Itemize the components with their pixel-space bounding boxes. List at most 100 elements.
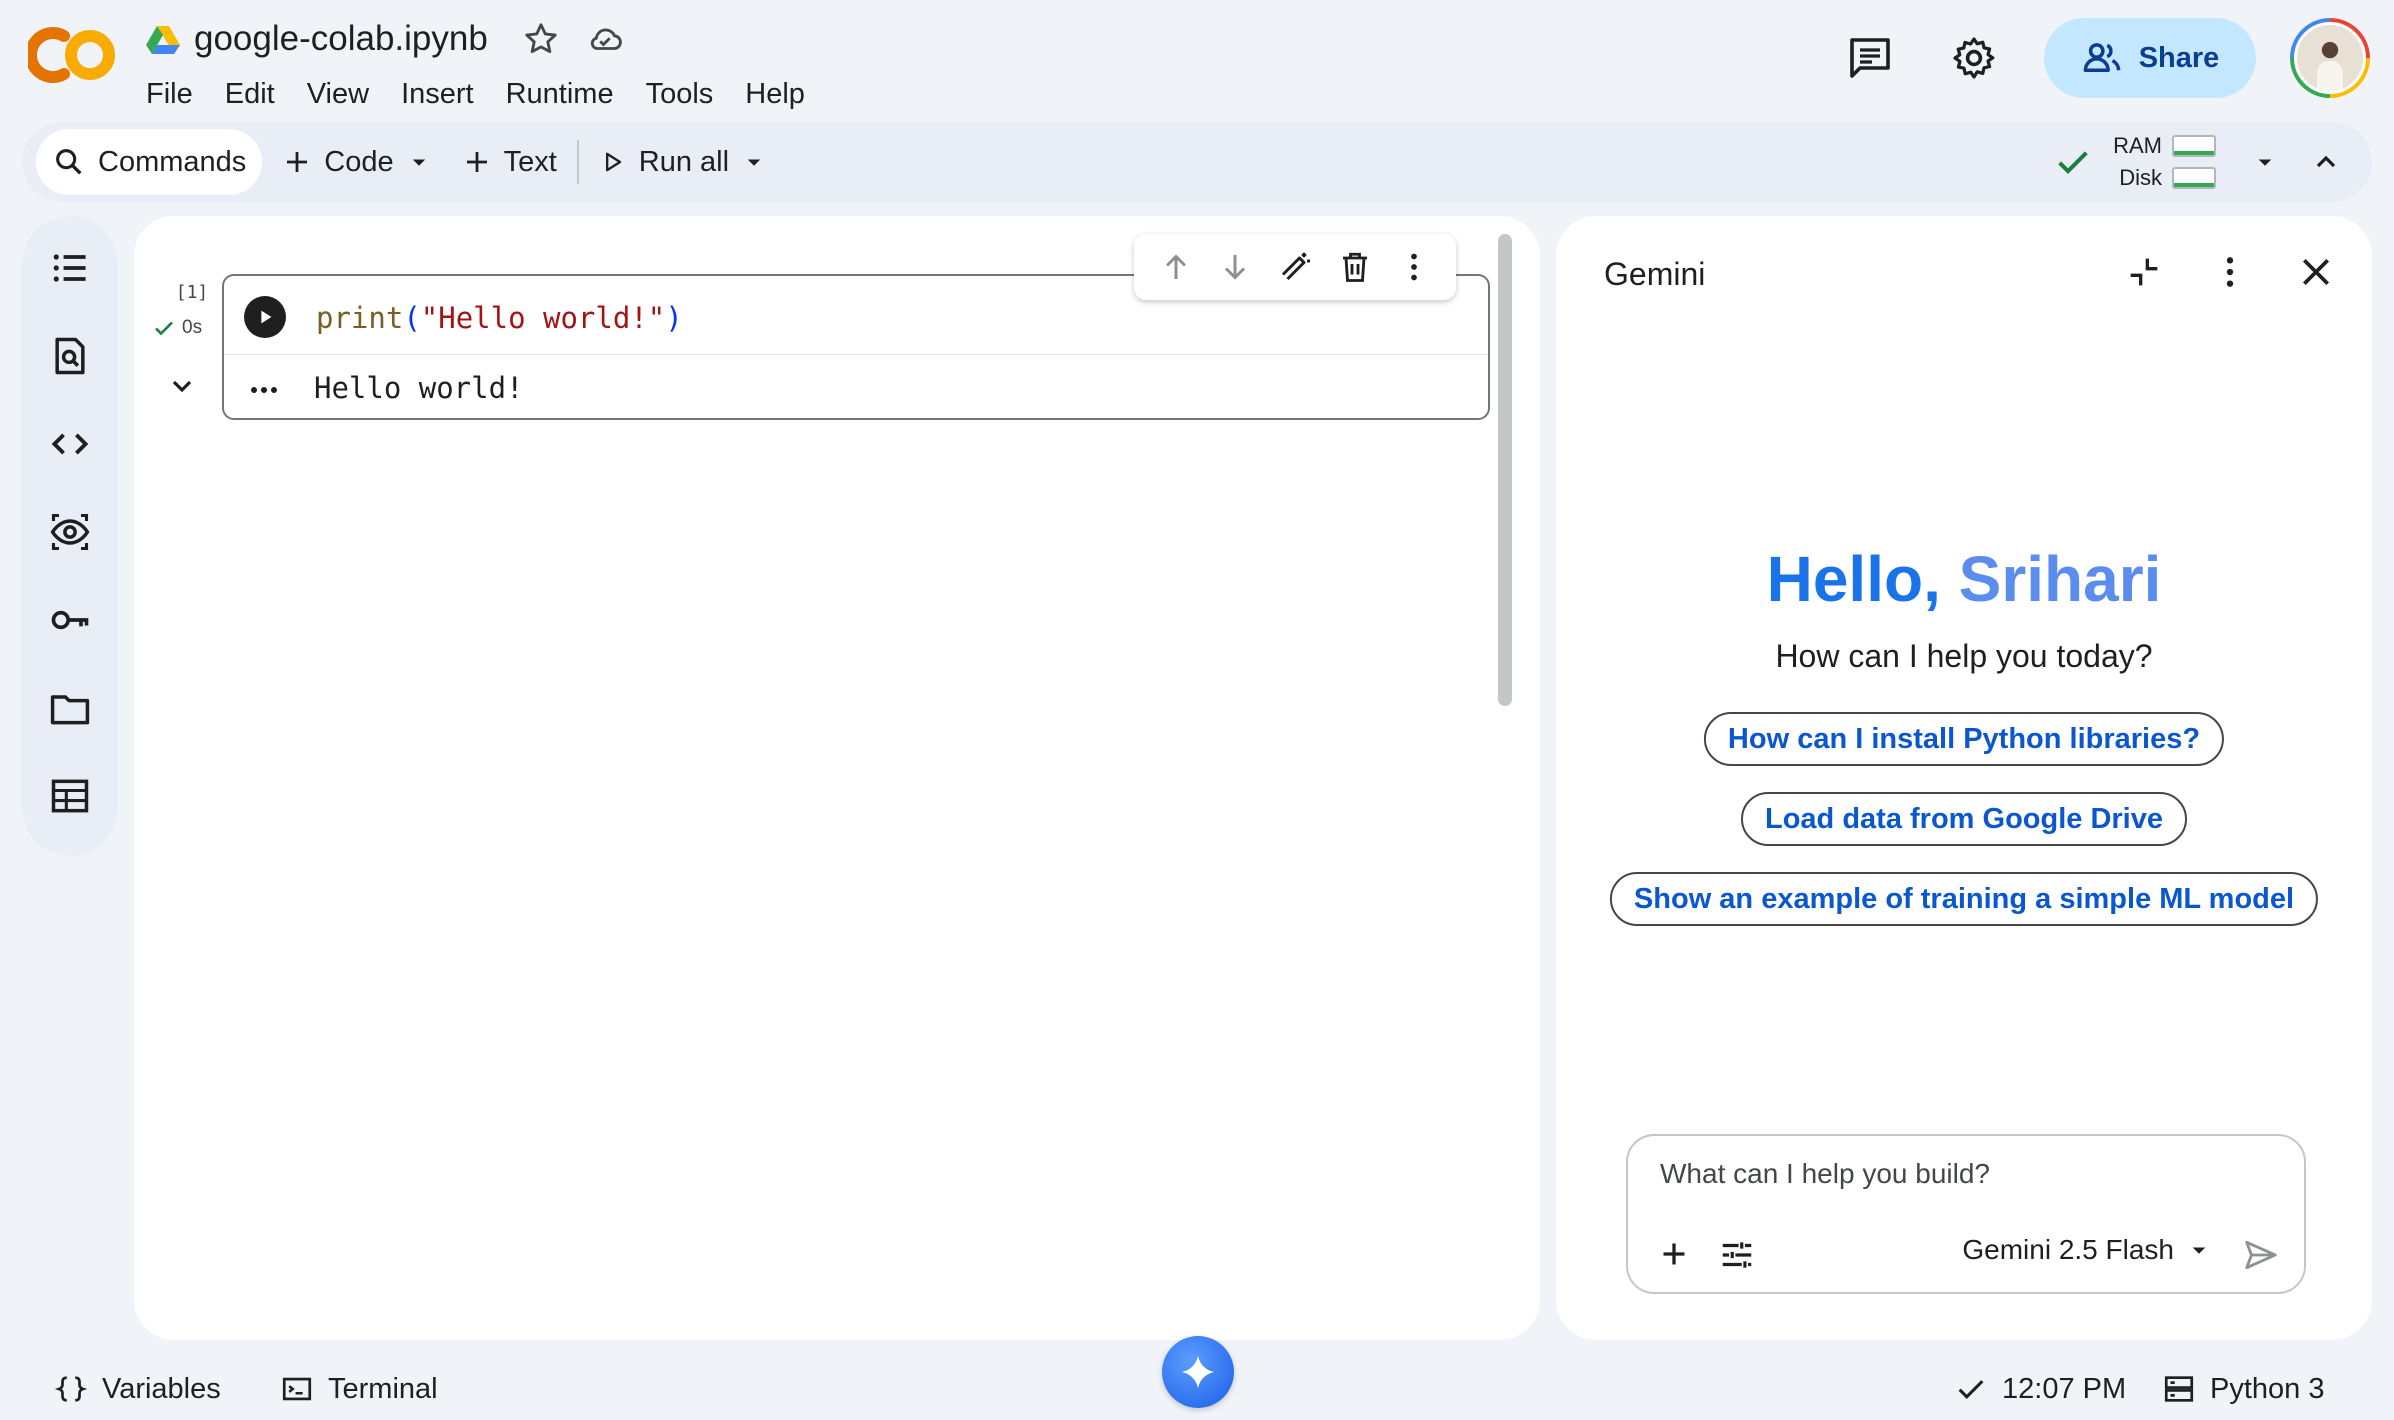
gemini-panel-title: Gemini — [1604, 256, 1706, 292]
plus-icon[interactable] — [1656, 1236, 1692, 1272]
menu-tools[interactable]: Tools — [630, 74, 730, 114]
variables-tab[interactable]: Variables — [54, 1372, 221, 1406]
cell-output-divider — [224, 354, 1488, 355]
toolbar-divider — [576, 140, 579, 184]
menu-help[interactable]: Help — [729, 74, 821, 114]
curly-braces-icon — [54, 1372, 88, 1406]
code-editor[interactable]: print("Hello world!") — [316, 298, 683, 338]
add-text-label: Text — [503, 145, 557, 178]
folder-icon[interactable] — [48, 686, 92, 730]
model-selector[interactable]: Gemini 2.5 Flash — [1962, 1234, 2214, 1266]
close-icon[interactable] — [2296, 252, 2336, 292]
add-code-button[interactable]: Code — [272, 129, 403, 195]
find-icon[interactable] — [48, 334, 92, 378]
star-icon[interactable] — [522, 20, 560, 58]
run-cell-button[interactable] — [244, 296, 286, 338]
google-drive-icon — [146, 24, 180, 54]
toc-icon[interactable] — [48, 246, 92, 290]
disk-usage-bar — [2172, 167, 2216, 189]
terminal-tab[interactable]: Terminal — [280, 1372, 438, 1406]
chevron-down-icon[interactable] — [166, 370, 198, 402]
execution-count: [1] — [175, 282, 209, 303]
gemini-prompt-input[interactable] — [1660, 1158, 2260, 1190]
run-all-button[interactable]: Run all — [589, 129, 739, 195]
chevron-up-icon[interactable] — [2310, 146, 2342, 178]
move-up-arrow-icon[interactable] — [1158, 249, 1194, 285]
runtime-label: Python 3 — [2210, 1372, 2325, 1405]
add-text-button[interactable]: Text — [452, 129, 567, 195]
colab-logo[interactable] — [28, 20, 116, 90]
last-saved-status[interactable]: 12:07 PM — [1954, 1372, 2126, 1406]
play-outline-icon — [599, 148, 627, 176]
secrets-eye-icon[interactable] — [48, 510, 92, 554]
greeting-hello: Hello, — [1766, 543, 1941, 615]
gemini-subtitle: How can I help you today? — [1775, 638, 2153, 674]
share-button[interactable]: Share — [2044, 18, 2256, 98]
more-vert-icon[interactable] — [2210, 252, 2250, 292]
people-icon — [2081, 37, 2123, 79]
runtime-resources[interactable]: RAM Disk — [2053, 122, 2342, 202]
cell-toolbar — [1134, 234, 1456, 300]
terminal-label: Terminal — [328, 1372, 438, 1405]
suggestion-train-ml-model[interactable]: Show an example of training a simple ML … — [1609, 872, 2319, 926]
menu-view[interactable]: View — [291, 74, 385, 114]
tune-sliders-icon[interactable] — [1718, 1236, 1756, 1274]
commands-button[interactable]: Commands — [36, 129, 263, 195]
delete-trash-icon[interactable] — [1337, 249, 1373, 285]
variables-label: Variables — [102, 1372, 221, 1405]
comments-icon[interactable] — [1846, 34, 1894, 82]
gemini-sparkle-icon — [1178, 1352, 1218, 1392]
check-icon — [1954, 1372, 1988, 1406]
gemini-greeting: Hello, Srihari — [1556, 542, 2372, 616]
suggestion-load-drive-data[interactable]: Load data from Google Drive — [1741, 792, 2187, 846]
output-actions-dots-icon[interactable] — [244, 372, 284, 408]
table-icon[interactable] — [48, 774, 92, 818]
plus-icon — [282, 147, 312, 177]
greeting-user-name: Srihari — [1958, 543, 2162, 615]
caret-down-icon — [2184, 1235, 2214, 1265]
runtime-options-caret-icon[interactable] — [2250, 147, 2280, 177]
terminal-icon — [280, 1372, 314, 1406]
disk-label: Disk — [2119, 165, 2162, 190]
share-label: Share — [2138, 41, 2220, 74]
code-snippets-icon[interactable] — [48, 422, 92, 466]
send-icon[interactable] — [2242, 1236, 2280, 1274]
user-avatar[interactable] — [2290, 18, 2370, 98]
minimize-panel-icon[interactable] — [2124, 252, 2164, 292]
run-options-caret-icon[interactable] — [739, 147, 769, 177]
model-name: Gemini 2.5 Flash — [1962, 1234, 2174, 1265]
execution-duration: 0s — [182, 317, 203, 338]
menu-file[interactable]: File — [146, 74, 209, 114]
gemini-prompt-box[interactable]: Gemini 2.5 Flash — [1626, 1134, 2306, 1294]
menu-insert[interactable]: Insert — [385, 74, 490, 114]
notebook-scrollbar[interactable] — [1498, 234, 1512, 706]
ram-label: RAM — [2113, 133, 2162, 158]
more-vert-icon[interactable] — [1396, 249, 1432, 285]
commands-label: Commands — [98, 145, 247, 178]
magic-edit-icon[interactable] — [1277, 249, 1313, 285]
code-function: print — [316, 301, 404, 335]
run-all-label: Run all — [638, 145, 730, 178]
cloud-saved-icon[interactable] — [586, 20, 624, 58]
suggestion-install-libraries[interactable]: How can I install Python libraries? — [1703, 712, 2225, 766]
connected-check-icon — [2053, 142, 2093, 182]
code-paren-open: ( — [403, 301, 421, 335]
plus-icon — [462, 147, 492, 177]
move-down-arrow-icon[interactable] — [1217, 249, 1253, 285]
notebook-title[interactable]: google-colab.ipynb — [194, 19, 488, 59]
ram-usage-bar — [2172, 135, 2216, 157]
settings-gear-icon[interactable] — [1950, 34, 1998, 82]
menu-edit[interactable]: Edit — [209, 74, 291, 114]
menu-runtime[interactable]: Runtime — [490, 74, 630, 114]
last-saved-time: 12:07 PM — [2002, 1372, 2127, 1405]
gemini-panel: Gemini Hello, Srihari How can I help you… — [1556, 216, 2372, 1340]
gemini-fab-button[interactable] — [1162, 1336, 1234, 1408]
code-options-caret-icon[interactable] — [404, 147, 434, 177]
runtime-type[interactable]: Python 3 — [2162, 1372, 2324, 1406]
key-icon[interactable] — [48, 598, 92, 642]
code-paren-close: ) — [665, 301, 683, 335]
check-icon — [152, 316, 176, 340]
notebook-toolbar: Commands Code Text Run all RAM Disk — [22, 122, 2372, 202]
left-side-rail — [22, 216, 118, 856]
code-string: "Hello world!" — [420, 301, 666, 335]
